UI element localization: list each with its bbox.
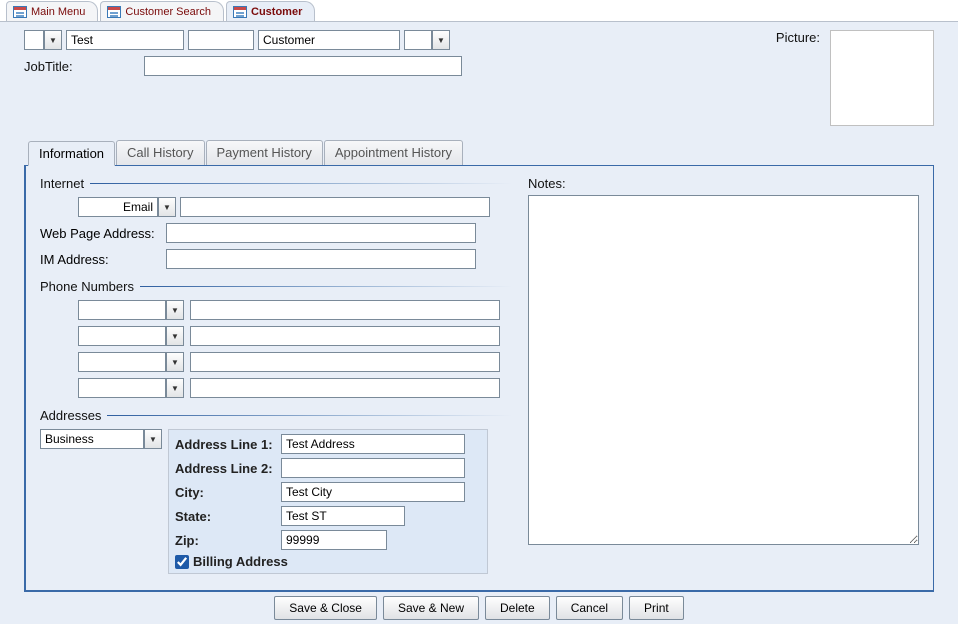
phone-type-2[interactable]: [78, 326, 166, 346]
addr1-input[interactable]: [281, 434, 465, 454]
doc-tab-label: Main Menu: [31, 6, 85, 18]
doc-tab-customer-search[interactable]: Customer Search: [100, 1, 224, 21]
form-icon: [13, 6, 27, 18]
state-label: State:: [175, 509, 277, 524]
last-name-input[interactable]: [258, 30, 400, 50]
divider: [140, 286, 512, 287]
addr2-label: Address Line 2:: [175, 461, 277, 476]
phone-value-4[interactable]: [190, 378, 500, 398]
fieldset-internet: Internet ▼ Web Page Address:: [40, 176, 512, 269]
zip-label: Zip:: [175, 533, 277, 548]
suffix-dropdown-btn[interactable]: ▼: [432, 30, 450, 50]
doc-tab-label: Customer: [251, 6, 302, 18]
form-icon: [107, 6, 121, 18]
address-type-dropdown-btn[interactable]: ▼: [144, 429, 162, 449]
print-button[interactable]: Print: [629, 596, 684, 620]
addr1-label: Address Line 1:: [175, 437, 277, 452]
picture-frame[interactable]: [830, 30, 934, 126]
phone-type-4[interactable]: [78, 378, 166, 398]
email-type-dropdown-btn[interactable]: ▼: [158, 197, 176, 217]
doc-tab-main-menu[interactable]: Main Menu: [6, 1, 98, 21]
name-row: ▼ ▼: [24, 30, 776, 50]
delete-button[interactable]: Delete: [485, 596, 550, 620]
form-area: ▼ ▼ JobTitle: Picture: Information: [0, 22, 958, 624]
billing-checkbox-row[interactable]: Billing Address: [175, 554, 481, 569]
web-label: Web Page Address:: [40, 226, 160, 241]
email-value-input[interactable]: [180, 197, 490, 217]
save-close-button[interactable]: Save & Close: [274, 596, 377, 620]
phone-type-1[interactable]: [78, 300, 166, 320]
button-row: Save & Close Save & New Delete Cancel Pr…: [24, 596, 934, 620]
phone-type-4-dropdown[interactable]: ▼: [166, 378, 184, 398]
city-label: City:: [175, 485, 277, 500]
prefix-dropdown-btn[interactable]: ▼: [44, 30, 62, 50]
zip-input[interactable]: [281, 530, 387, 550]
name-row-container: ▼ ▼ JobTitle: Picture:: [24, 30, 934, 126]
address-subform: Address Line 1: Address Line 2: City: St…: [168, 429, 488, 574]
billing-checkbox[interactable]: [175, 555, 189, 569]
jobtitle-input[interactable]: [144, 56, 462, 76]
tab-page-information: Internet ▼ Web Page Address:: [24, 165, 934, 592]
addr2-input[interactable]: [281, 458, 465, 478]
im-input[interactable]: [166, 249, 476, 269]
inner-tab-strip: Information Call History Payment History…: [24, 140, 934, 165]
doc-tab-label: Customer Search: [125, 6, 211, 18]
picture-label: Picture:: [776, 30, 820, 45]
divider: [107, 415, 512, 416]
web-input[interactable]: [166, 223, 476, 243]
inner-tab-control: Information Call History Payment History…: [24, 140, 934, 592]
fieldset-addresses: Addresses ▼ Address Line 1:: [40, 408, 512, 574]
document-tabs: Main Menu Customer Search Customer: [0, 0, 958, 22]
billing-label: Billing Address: [193, 554, 288, 569]
phone-value-1[interactable]: [190, 300, 500, 320]
city-input[interactable]: [281, 482, 465, 502]
email-type-input[interactable]: [78, 197, 158, 217]
phone-type-1-dropdown[interactable]: ▼: [166, 300, 184, 320]
phone-type-3[interactable]: [78, 352, 166, 372]
jobtitle-label: JobTitle:: [24, 59, 140, 74]
prefix-input[interactable]: [24, 30, 44, 50]
jobtitle-row: JobTitle:: [24, 56, 776, 76]
notes-textarea[interactable]: [528, 195, 919, 545]
phone-value-3[interactable]: [190, 352, 500, 372]
legend-internet: Internet: [40, 176, 84, 191]
address-type-input[interactable]: [40, 429, 144, 449]
notes-label: Notes:: [528, 176, 919, 191]
cancel-button[interactable]: Cancel: [556, 596, 623, 620]
fieldset-phones: Phone Numbers ▼ ▼ ▼: [40, 279, 512, 398]
im-label: IM Address:: [40, 252, 160, 267]
tab-appointment-history[interactable]: Appointment History: [324, 140, 463, 165]
first-name-input[interactable]: [66, 30, 184, 50]
tab-payment-history[interactable]: Payment History: [206, 140, 323, 165]
tab-call-history[interactable]: Call History: [116, 140, 204, 165]
legend-addresses: Addresses: [40, 408, 101, 423]
doc-tab-customer[interactable]: Customer: [226, 1, 315, 21]
phone-type-3-dropdown[interactable]: ▼: [166, 352, 184, 372]
save-new-button[interactable]: Save & New: [383, 596, 479, 620]
divider: [90, 183, 512, 184]
suffix-input[interactable]: [404, 30, 432, 50]
phone-value-2[interactable]: [190, 326, 500, 346]
tab-information[interactable]: Information: [28, 141, 115, 166]
state-input[interactable]: [281, 506, 405, 526]
middle-name-input[interactable]: [188, 30, 254, 50]
phone-type-2-dropdown[interactable]: ▼: [166, 326, 184, 346]
form-icon: [233, 6, 247, 18]
legend-phones: Phone Numbers: [40, 279, 134, 294]
